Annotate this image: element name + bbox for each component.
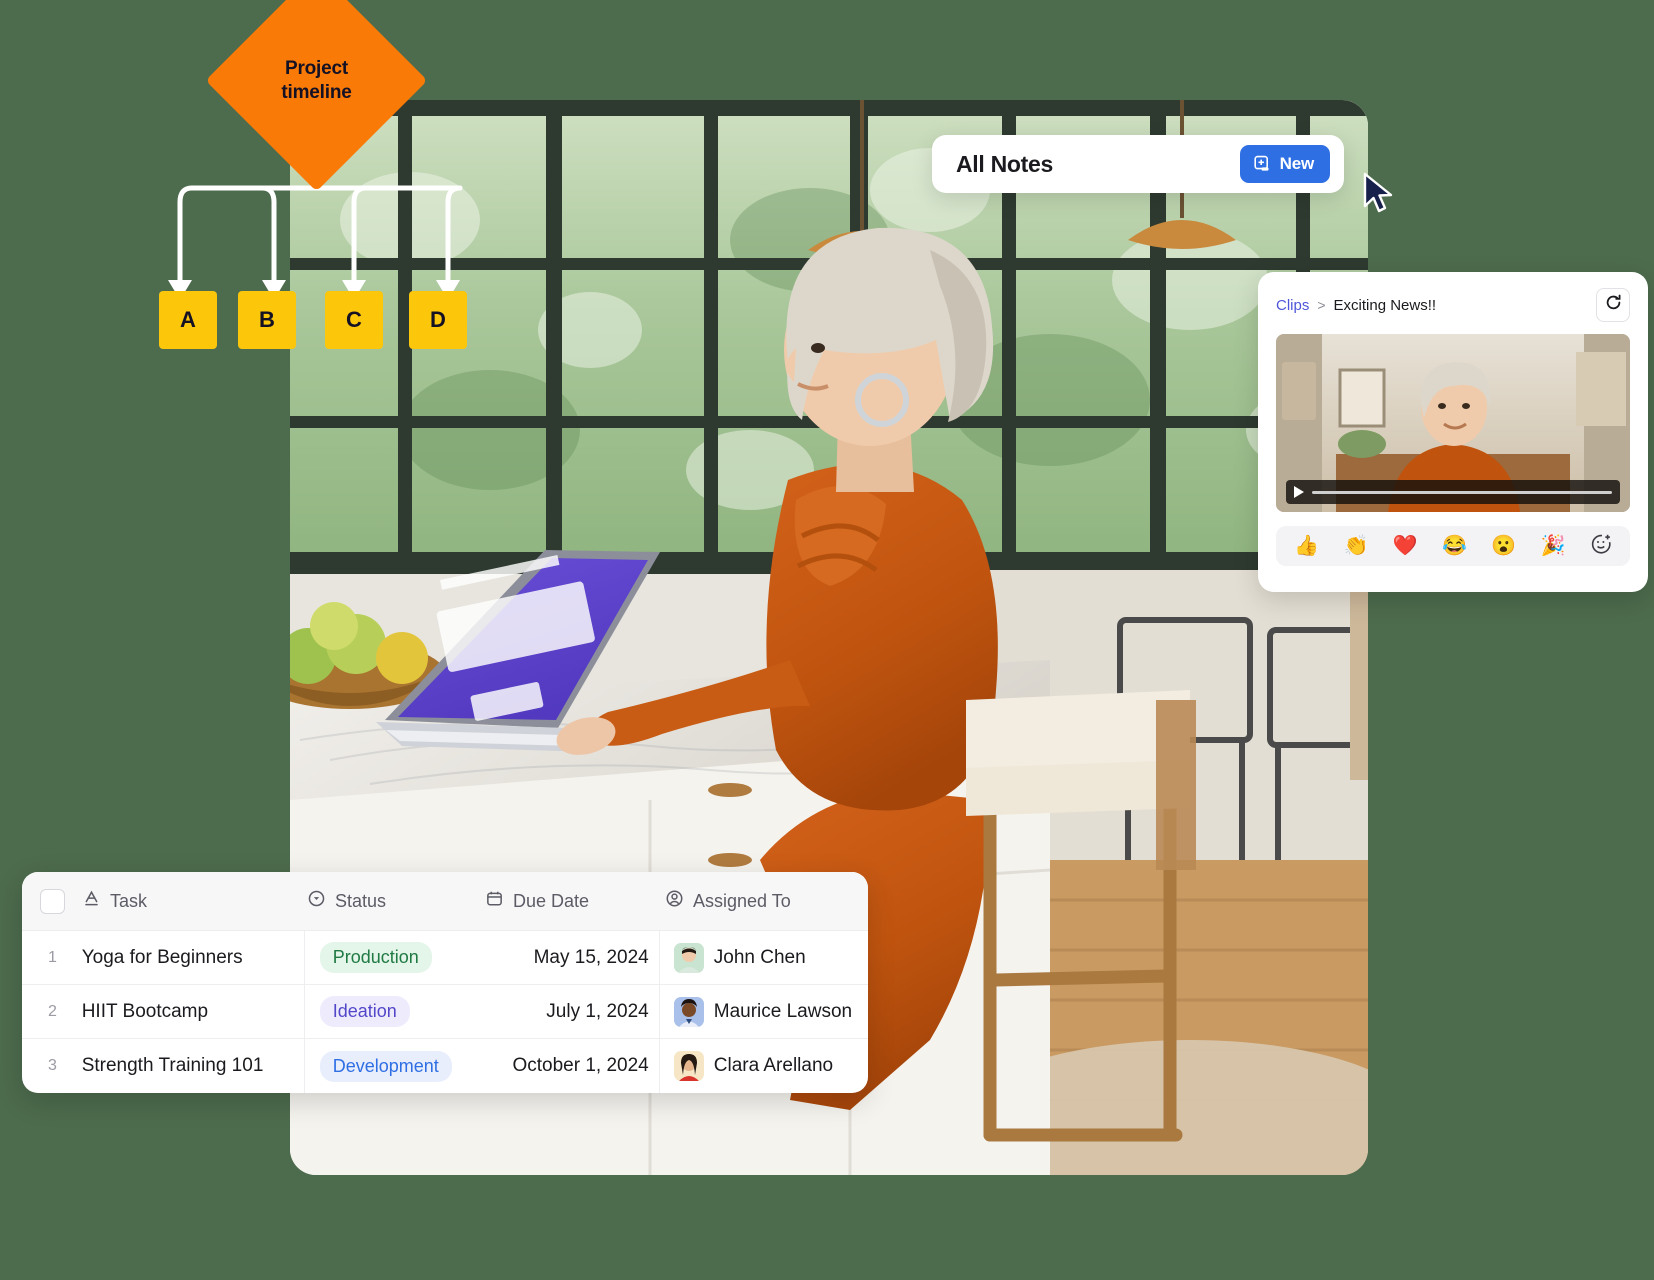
thumbs-up-reaction[interactable]: 👍 <box>1294 536 1319 556</box>
column-header-label: Status <box>335 890 387 911</box>
video-progress-bar[interactable] <box>1312 490 1612 494</box>
column-header-label: Task <box>110 890 148 911</box>
add-reaction-icon[interactable] <box>1590 533 1612 559</box>
column-header-label: Due Date <box>513 890 590 911</box>
laughing-reaction[interactable]: 😂 <box>1442 536 1467 556</box>
heart-reaction[interactable]: ❤️ <box>1393 536 1418 556</box>
cell-status[interactable]: Production <box>305 942 482 973</box>
task-table: Task Status Due Date Assigned To 1 Yoga … <box>22 872 868 1093</box>
party-popper-reaction[interactable]: 🎉 <box>1541 536 1566 556</box>
table-row[interactable]: 3 Strength Training 101 Development Octo… <box>22 1039 868 1093</box>
table-header-row: Task Status Due Date Assigned To <box>22 872 868 931</box>
cell-due-date[interactable]: October 1, 2024 <box>481 1039 660 1093</box>
select-all-cell <box>22 888 82 914</box>
new-note-label: New <box>1279 154 1315 173</box>
node-label: D <box>430 307 446 332</box>
avatar <box>673 1051 704 1081</box>
row-number: 3 <box>48 1057 57 1074</box>
refresh-button[interactable] <box>1596 288 1630 322</box>
row-number: 1 <box>48 948 57 966</box>
surprised-reaction[interactable]: 😮 <box>1491 536 1516 556</box>
cell-task[interactable]: Yoga for Beginners <box>82 931 305 984</box>
calendar-icon <box>485 889 504 913</box>
new-note-button[interactable]: New <box>1239 145 1330 183</box>
column-header-assigned-to[interactable]: Assigned To <box>665 889 865 913</box>
status-badge: Ideation <box>319 996 410 1027</box>
all-notes-title: All Notes <box>956 150 1053 177</box>
assignee-name: John Chen <box>713 946 806 968</box>
table-row[interactable]: 2 HIIT Bootcamp Ideation July 1, 2024 Ma… <box>22 985 868 1039</box>
all-notes-card: All Notes New <box>932 135 1344 193</box>
play-icon[interactable] <box>1294 486 1304 498</box>
cell-task[interactable]: HIIT Bootcamp <box>82 985 305 1038</box>
assignee-name: Clara Arellano <box>713 1055 834 1076</box>
breadcrumb-clips-link[interactable]: Clips <box>1276 297 1309 314</box>
cell-due-date[interactable]: July 1, 2024 <box>481 985 660 1038</box>
row-number: 2 <box>48 1002 57 1020</box>
clip-video-player[interactable] <box>1276 334 1630 512</box>
status-badge: Development <box>319 1050 452 1082</box>
video-controls <box>1286 480 1620 504</box>
column-header-status[interactable]: Status <box>307 889 485 913</box>
assignee-name: Maurice Lawson <box>713 1000 853 1022</box>
cell-due-date[interactable]: May 15, 2024 <box>481 931 660 984</box>
flowchart-node-c[interactable]: C <box>325 291 383 349</box>
page-root: Project timeline A B C D All Notes New C… <box>0 0 1654 1280</box>
project-timeline-diamond[interactable]: Project timeline <box>205 0 428 192</box>
diamond-label: Project timeline <box>238 2 395 159</box>
avatar <box>673 996 704 1027</box>
clap-reaction[interactable]: 👏 <box>1343 536 1368 556</box>
breadcrumb-current: Exciting News!! <box>1333 296 1437 314</box>
cell-assigned-to[interactable]: John Chen <box>660 942 868 973</box>
avatar <box>673 942 704 973</box>
node-label: B <box>259 307 275 332</box>
select-all-checkbox[interactable] <box>40 888 65 914</box>
clips-breadcrumb-bar: Clips > Exciting News!! <box>1276 288 1630 322</box>
flowchart-node-b[interactable]: B <box>238 291 296 349</box>
diamond-label-line2: timeline <box>281 81 352 103</box>
refresh-icon <box>1604 293 1623 317</box>
reaction-bar: 👍 👏 ❤️ 😂 😮 🎉 <box>1276 526 1630 566</box>
cell-assigned-to[interactable]: Clara Arellano <box>660 1051 868 1081</box>
table-row[interactable]: 1 Yoga for Beginners Production May 15, … <box>22 931 868 985</box>
column-header-due-date[interactable]: Due Date <box>485 889 665 913</box>
column-header-label: Assigned To <box>693 890 791 911</box>
text-field-icon <box>82 889 101 913</box>
flowchart-node-d[interactable]: D <box>409 291 467 349</box>
node-label: C <box>346 307 362 332</box>
cell-assigned-to[interactable]: Maurice Lawson <box>660 996 868 1027</box>
cell-task[interactable]: Strength Training 101 <box>82 1039 305 1093</box>
flowchart-node-a[interactable]: A <box>159 291 217 349</box>
person-icon <box>665 889 684 913</box>
clips-panel: Clips > Exciting News!! 👍 👏 ❤️ 😂 😮 🎉 <box>1258 272 1648 592</box>
new-note-icon <box>1252 154 1272 174</box>
mouse-cursor <box>1362 172 1396 216</box>
cell-status[interactable]: Development <box>305 1050 482 1082</box>
status-badge: Production <box>319 942 432 973</box>
node-label: A <box>180 307 196 332</box>
breadcrumb-separator-icon: > <box>1317 297 1326 313</box>
column-header-task[interactable]: Task <box>82 889 307 913</box>
single-select-icon <box>307 889 326 913</box>
cell-status[interactable]: Ideation <box>305 996 482 1027</box>
diamond-label-line1: Project <box>284 57 348 79</box>
